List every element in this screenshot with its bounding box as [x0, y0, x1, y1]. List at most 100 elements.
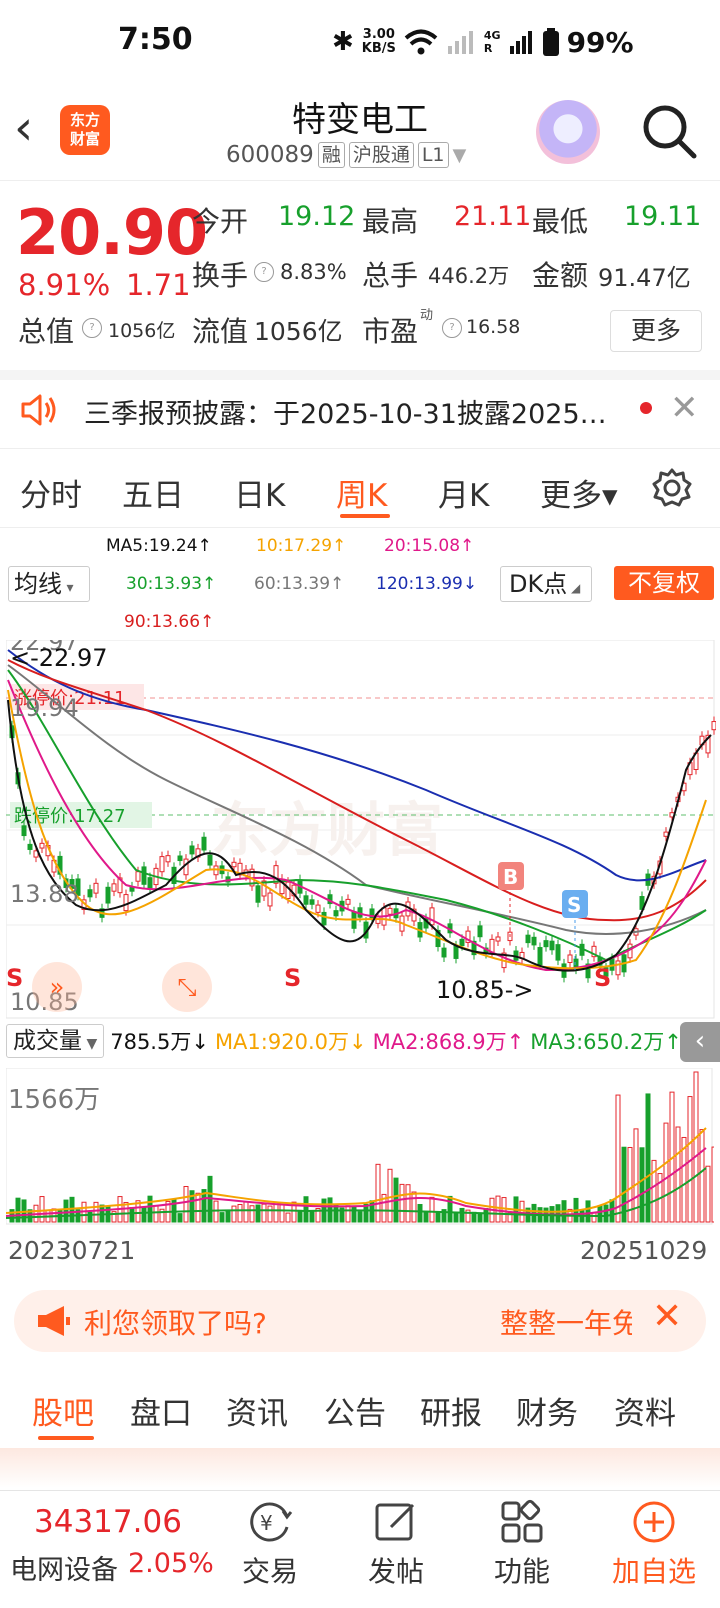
volume-bar [231, 1205, 237, 1223]
tab-finance[interactable]: 财务 [516, 1388, 578, 1433]
candle [105, 886, 111, 904]
volume-bar [399, 1183, 405, 1223]
tab-research[interactable]: 研报 [420, 1388, 482, 1433]
gear-icon[interactable] [652, 468, 692, 508]
float-cap-value: 1056亿 [254, 317, 343, 346]
candle [255, 885, 261, 903]
candle [663, 831, 669, 837]
expand-icon[interactable]: ⤡ [162, 962, 212, 1012]
volume-bar [411, 1191, 417, 1223]
candle [21, 825, 27, 837]
chevron-down-icon: ▼ [82, 1036, 98, 1052]
corner-triangle-icon: ◢ [567, 581, 581, 595]
trade-button[interactable]: ¥ 交易 [220, 1496, 320, 1590]
divider [0, 180, 720, 181]
stock-code-row[interactable]: 600089 融 沪股通 L1 ▼ [226, 142, 466, 168]
volume-bar [147, 1195, 153, 1223]
candle [123, 894, 129, 912]
close-icon[interactable]: ✕ [670, 388, 699, 428]
volume-bar [603, 1204, 609, 1223]
candle [135, 871, 141, 882]
volume-bar [333, 1204, 339, 1223]
volume-value: 446.2万 [428, 264, 510, 288]
promo-text[interactable]: 利您领取了吗? [84, 1302, 267, 1342]
volume-bar [195, 1192, 201, 1223]
amount-label: 金额 [532, 259, 589, 292]
candle [303, 895, 309, 905]
pe-superscript: 动 [420, 308, 434, 323]
info-icon[interactable]: ? [82, 318, 102, 338]
candle [495, 936, 501, 942]
divider [0, 370, 720, 380]
volume-bar [303, 1196, 309, 1223]
fast-forward-icon[interactable]: » [32, 962, 82, 1012]
active-tab-indicator [340, 514, 390, 518]
dk-point-button[interactable]: DK点 ◢ [500, 566, 592, 602]
margin-tag: 融 [317, 142, 345, 168]
info-icon[interactable]: ? [442, 318, 462, 338]
sector-name[interactable]: 电网设备 [10, 1548, 118, 1587]
y-axis-label-2: 19.94 [10, 694, 79, 722]
tab-news[interactable]: 资讯 [226, 1388, 288, 1433]
ma120-value: 120:13.99↓ [376, 574, 478, 594]
candle [309, 899, 315, 905]
volume-bar [225, 1210, 231, 1223]
tab-weekly-k[interactable]: 周K [336, 470, 387, 515]
volume-bar [63, 1199, 69, 1223]
volume-bar [591, 1212, 597, 1223]
candle [345, 898, 351, 905]
ma-select[interactable]: 均线 ▾ [8, 566, 90, 602]
post-button[interactable]: 发帖 [346, 1496, 446, 1590]
tab-monthly-k[interactable]: 月K [438, 470, 489, 515]
search-icon[interactable] [640, 102, 698, 160]
tab-more[interactable]: 更多▾ [540, 470, 618, 515]
no-adjust-button[interactable]: 不复权 [614, 566, 714, 600]
volume-label: 总手 [362, 259, 419, 292]
add-watchlist-button[interactable]: 加自选 [604, 1496, 704, 1590]
tab-five-day[interactable]: 五日 [122, 470, 184, 515]
feed-preview [0, 1448, 720, 1488]
notice-text[interactable]: 三季报预披露：于2025-10-31披露2025年三季报 [84, 392, 624, 431]
sector-change: 2.05% [128, 1548, 214, 1579]
tab-orderbook[interactable]: 盘口 [130, 1388, 192, 1433]
svg-text:S: S [567, 893, 581, 917]
volume-bar [177, 1213, 183, 1223]
k-line-chart[interactable]: 东方财富 涨停价:21.11 跌停价:17.27 22.97 <-22.97 1… [6, 640, 716, 1020]
volume-bar [153, 1205, 159, 1223]
tab-intraday[interactable]: 分时 [20, 470, 82, 515]
tab-announcements[interactable]: 公告 [324, 1388, 386, 1433]
chart-watermark: 东方财富 [211, 796, 443, 864]
robot-assistant-avatar[interactable] [536, 100, 600, 164]
volume-bar [609, 1199, 615, 1223]
turnover-label: 换手 [192, 259, 249, 292]
tab-forum[interactable]: 股吧 [32, 1388, 94, 1433]
close-icon[interactable]: ✕ [652, 1296, 682, 1337]
volume-bar [93, 1201, 99, 1223]
pe-value: 16.58 [466, 316, 521, 338]
candle [39, 842, 45, 849]
date-end: 20251029 [580, 1236, 708, 1265]
info-icon[interactable]: ? [254, 262, 274, 282]
more-quote-button[interactable]: 更多 [610, 310, 702, 352]
high-label: 最高 [362, 205, 419, 238]
pe-label: 市盈 [362, 315, 419, 348]
battery-percent: 99% [566, 25, 634, 59]
volume-bar [429, 1196, 435, 1223]
function-button[interactable]: 功能 [472, 1496, 572, 1590]
signal-icon [509, 31, 532, 54]
promo-right-text[interactable]: 整整一年免费 [500, 1302, 632, 1342]
sector-index-value[interactable]: 34317.06 [34, 1504, 182, 1540]
low-value: 19.11 [624, 201, 702, 232]
ma20-value: 20:15.08↑ [384, 536, 475, 556]
ma5-value: MA5:19.24↑ [106, 536, 212, 556]
volume-select[interactable]: 成交量 ▼ [6, 1024, 105, 1058]
volume-chart[interactable]: 1566万 [6, 1068, 714, 1226]
chevron-left-icon[interactable]: ‹ [680, 1022, 720, 1062]
volume-bar [639, 1147, 645, 1223]
tab-profile[interactable]: 资料 [614, 1388, 676, 1433]
candle [711, 721, 716, 731]
tab-daily-k[interactable]: 日K [234, 470, 285, 515]
volume-bar [243, 1201, 249, 1223]
high-marker-label: <-22.97 [10, 644, 107, 672]
volume-bar [711, 1146, 714, 1223]
